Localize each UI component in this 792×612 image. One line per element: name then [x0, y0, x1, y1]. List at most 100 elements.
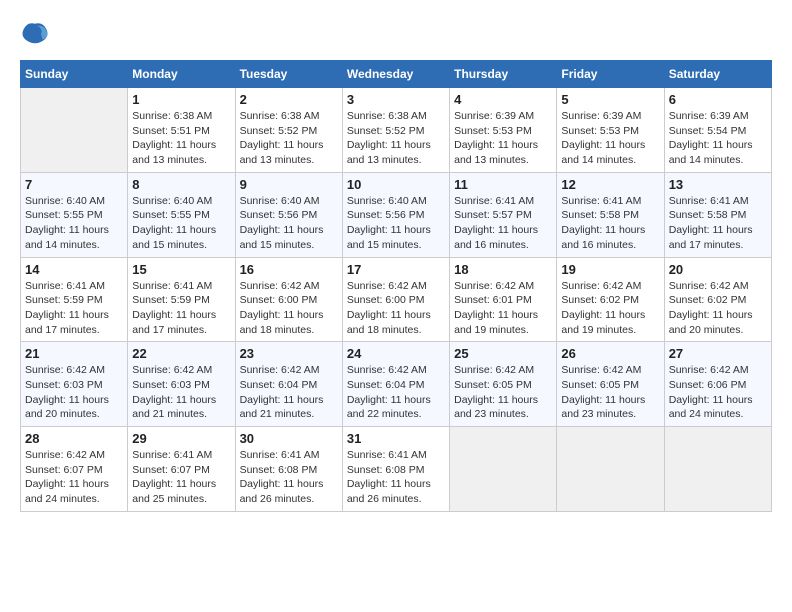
day-info: Sunrise: 6:42 AMSunset: 6:03 PMDaylight:…	[132, 363, 230, 422]
weekday-header: Friday	[557, 61, 664, 88]
day-number: 6	[669, 92, 767, 107]
calendar-cell: 28 Sunrise: 6:42 AMSunset: 6:07 PMDaylig…	[21, 427, 128, 512]
day-info: Sunrise: 6:38 AMSunset: 5:51 PMDaylight:…	[132, 109, 230, 168]
calendar-cell: 21 Sunrise: 6:42 AMSunset: 6:03 PMDaylig…	[21, 342, 128, 427]
day-info: Sunrise: 6:42 AMSunset: 6:04 PMDaylight:…	[347, 363, 445, 422]
day-number: 26	[561, 346, 659, 361]
calendar-cell: 19 Sunrise: 6:42 AMSunset: 6:02 PMDaylig…	[557, 257, 664, 342]
calendar-week-row: 1 Sunrise: 6:38 AMSunset: 5:51 PMDayligh…	[21, 88, 772, 173]
day-number: 10	[347, 177, 445, 192]
page-header	[20, 20, 772, 50]
day-info: Sunrise: 6:42 AMSunset: 6:00 PMDaylight:…	[240, 279, 338, 338]
day-number: 15	[132, 262, 230, 277]
day-number: 19	[561, 262, 659, 277]
day-number: 17	[347, 262, 445, 277]
day-number: 1	[132, 92, 230, 107]
day-info: Sunrise: 6:42 AMSunset: 6:05 PMDaylight:…	[454, 363, 552, 422]
calendar-cell: 3 Sunrise: 6:38 AMSunset: 5:52 PMDayligh…	[342, 88, 449, 173]
day-info: Sunrise: 6:42 AMSunset: 6:05 PMDaylight:…	[561, 363, 659, 422]
calendar-cell: 31 Sunrise: 6:41 AMSunset: 6:08 PMDaylig…	[342, 427, 449, 512]
day-number: 5	[561, 92, 659, 107]
calendar-cell: 13 Sunrise: 6:41 AMSunset: 5:58 PMDaylig…	[664, 172, 771, 257]
day-info: Sunrise: 6:39 AMSunset: 5:54 PMDaylight:…	[669, 109, 767, 168]
calendar-cell: 5 Sunrise: 6:39 AMSunset: 5:53 PMDayligh…	[557, 88, 664, 173]
day-number: 11	[454, 177, 552, 192]
weekday-header: Monday	[128, 61, 235, 88]
calendar-cell: 20 Sunrise: 6:42 AMSunset: 6:02 PMDaylig…	[664, 257, 771, 342]
calendar-cell: 16 Sunrise: 6:42 AMSunset: 6:00 PMDaylig…	[235, 257, 342, 342]
calendar-cell: 12 Sunrise: 6:41 AMSunset: 5:58 PMDaylig…	[557, 172, 664, 257]
calendar-cell: 15 Sunrise: 6:41 AMSunset: 5:59 PMDaylig…	[128, 257, 235, 342]
day-number: 18	[454, 262, 552, 277]
calendar-week-row: 21 Sunrise: 6:42 AMSunset: 6:03 PMDaylig…	[21, 342, 772, 427]
calendar-week-row: 28 Sunrise: 6:42 AMSunset: 6:07 PMDaylig…	[21, 427, 772, 512]
day-number: 12	[561, 177, 659, 192]
day-info: Sunrise: 6:40 AMSunset: 5:55 PMDaylight:…	[25, 194, 123, 253]
day-number: 7	[25, 177, 123, 192]
logo-icon	[20, 20, 50, 50]
day-info: Sunrise: 6:40 AMSunset: 5:55 PMDaylight:…	[132, 194, 230, 253]
calendar-week-row: 7 Sunrise: 6:40 AMSunset: 5:55 PMDayligh…	[21, 172, 772, 257]
day-number: 20	[669, 262, 767, 277]
day-number: 21	[25, 346, 123, 361]
day-info: Sunrise: 6:38 AMSunset: 5:52 PMDaylight:…	[240, 109, 338, 168]
day-info: Sunrise: 6:41 AMSunset: 5:58 PMDaylight:…	[669, 194, 767, 253]
day-number: 3	[347, 92, 445, 107]
calendar-cell	[557, 427, 664, 512]
day-info: Sunrise: 6:40 AMSunset: 5:56 PMDaylight:…	[347, 194, 445, 253]
day-number: 8	[132, 177, 230, 192]
logo	[20, 20, 54, 50]
day-info: Sunrise: 6:41 AMSunset: 5:59 PMDaylight:…	[132, 279, 230, 338]
calendar-cell: 11 Sunrise: 6:41 AMSunset: 5:57 PMDaylig…	[450, 172, 557, 257]
calendar-cell: 23 Sunrise: 6:42 AMSunset: 6:04 PMDaylig…	[235, 342, 342, 427]
calendar-week-row: 14 Sunrise: 6:41 AMSunset: 5:59 PMDaylig…	[21, 257, 772, 342]
calendar-cell	[664, 427, 771, 512]
day-number: 27	[669, 346, 767, 361]
day-info: Sunrise: 6:39 AMSunset: 5:53 PMDaylight:…	[454, 109, 552, 168]
day-info: Sunrise: 6:41 AMSunset: 6:08 PMDaylight:…	[240, 448, 338, 507]
calendar-cell: 1 Sunrise: 6:38 AMSunset: 5:51 PMDayligh…	[128, 88, 235, 173]
day-number: 28	[25, 431, 123, 446]
day-info: Sunrise: 6:42 AMSunset: 6:03 PMDaylight:…	[25, 363, 123, 422]
weekday-header: Thursday	[450, 61, 557, 88]
day-info: Sunrise: 6:42 AMSunset: 6:02 PMDaylight:…	[669, 279, 767, 338]
calendar-cell: 8 Sunrise: 6:40 AMSunset: 5:55 PMDayligh…	[128, 172, 235, 257]
weekday-header: Tuesday	[235, 61, 342, 88]
calendar-header-row: SundayMondayTuesdayWednesdayThursdayFrid…	[21, 61, 772, 88]
calendar-cell: 9 Sunrise: 6:40 AMSunset: 5:56 PMDayligh…	[235, 172, 342, 257]
calendar-cell: 4 Sunrise: 6:39 AMSunset: 5:53 PMDayligh…	[450, 88, 557, 173]
day-number: 9	[240, 177, 338, 192]
day-number: 13	[669, 177, 767, 192]
day-info: Sunrise: 6:42 AMSunset: 6:00 PMDaylight:…	[347, 279, 445, 338]
calendar-cell: 2 Sunrise: 6:38 AMSunset: 5:52 PMDayligh…	[235, 88, 342, 173]
day-number: 14	[25, 262, 123, 277]
day-number: 25	[454, 346, 552, 361]
calendar-cell: 6 Sunrise: 6:39 AMSunset: 5:54 PMDayligh…	[664, 88, 771, 173]
day-info: Sunrise: 6:40 AMSunset: 5:56 PMDaylight:…	[240, 194, 338, 253]
weekday-header: Wednesday	[342, 61, 449, 88]
day-number: 30	[240, 431, 338, 446]
calendar-cell	[450, 427, 557, 512]
day-info: Sunrise: 6:41 AMSunset: 5:58 PMDaylight:…	[561, 194, 659, 253]
day-info: Sunrise: 6:41 AMSunset: 6:08 PMDaylight:…	[347, 448, 445, 507]
day-number: 31	[347, 431, 445, 446]
day-number: 16	[240, 262, 338, 277]
day-info: Sunrise: 6:41 AMSunset: 5:59 PMDaylight:…	[25, 279, 123, 338]
weekday-header: Sunday	[21, 61, 128, 88]
calendar-cell: 26 Sunrise: 6:42 AMSunset: 6:05 PMDaylig…	[557, 342, 664, 427]
day-info: Sunrise: 6:42 AMSunset: 6:06 PMDaylight:…	[669, 363, 767, 422]
day-info: Sunrise: 6:42 AMSunset: 6:01 PMDaylight:…	[454, 279, 552, 338]
day-number: 22	[132, 346, 230, 361]
day-number: 2	[240, 92, 338, 107]
calendar-cell: 27 Sunrise: 6:42 AMSunset: 6:06 PMDaylig…	[664, 342, 771, 427]
calendar-cell: 14 Sunrise: 6:41 AMSunset: 5:59 PMDaylig…	[21, 257, 128, 342]
day-info: Sunrise: 6:41 AMSunset: 5:57 PMDaylight:…	[454, 194, 552, 253]
calendar-cell: 29 Sunrise: 6:41 AMSunset: 6:07 PMDaylig…	[128, 427, 235, 512]
calendar-cell	[21, 88, 128, 173]
day-number: 24	[347, 346, 445, 361]
day-info: Sunrise: 6:41 AMSunset: 6:07 PMDaylight:…	[132, 448, 230, 507]
calendar-cell: 10 Sunrise: 6:40 AMSunset: 5:56 PMDaylig…	[342, 172, 449, 257]
day-number: 4	[454, 92, 552, 107]
day-number: 23	[240, 346, 338, 361]
calendar-cell: 30 Sunrise: 6:41 AMSunset: 6:08 PMDaylig…	[235, 427, 342, 512]
